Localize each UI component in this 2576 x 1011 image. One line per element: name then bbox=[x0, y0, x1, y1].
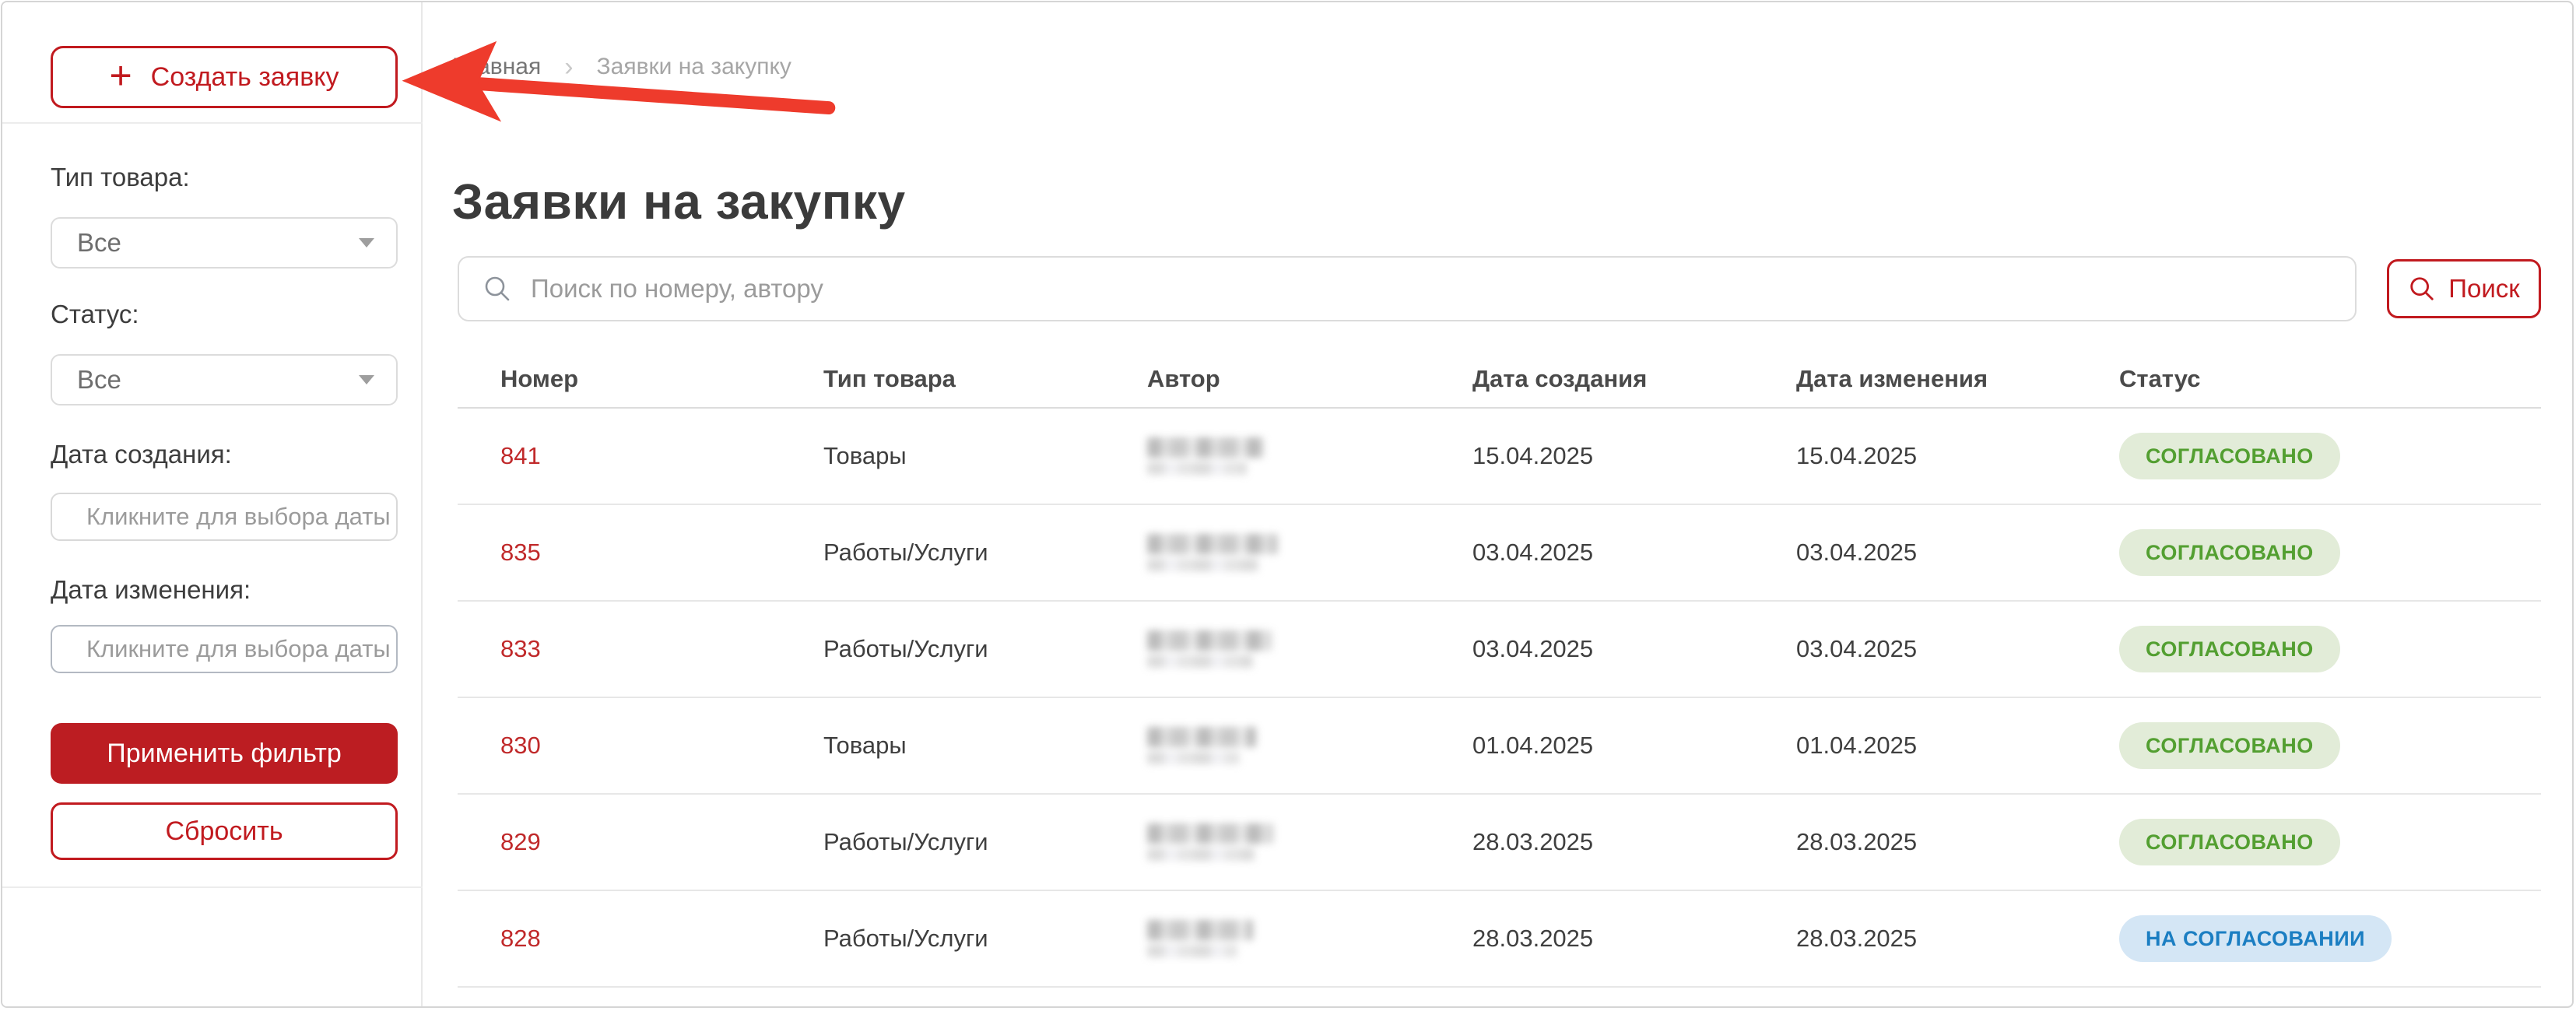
table-row[interactable]: 828 Работы/Услуги 28.03.2025 28.03.2025 … bbox=[458, 891, 2541, 988]
request-status-cell: НА СОГЛАСОВАНИИ bbox=[2076, 915, 2541, 962]
request-modified-date: 03.04.2025 bbox=[1753, 635, 2076, 663]
breadcrumb-chevron-icon: › bbox=[564, 54, 573, 80]
status-badge: СОГЛАСОВАНО bbox=[2119, 433, 2340, 479]
request-modified-date: 01.04.2025 bbox=[1753, 732, 2076, 760]
search-input[interactable]: Поиск по номеру, автору bbox=[458, 256, 2357, 321]
request-number-link[interactable]: 830 bbox=[458, 732, 781, 760]
product-type-value: Все bbox=[77, 228, 359, 258]
column-header-number: Номер bbox=[458, 365, 781, 393]
request-created-date: 15.04.2025 bbox=[1430, 442, 1753, 470]
request-number-link[interactable]: 841 bbox=[458, 442, 781, 470]
request-status-cell: СОГЛАСОВАНО bbox=[2076, 529, 2541, 576]
search-placeholder: Поиск по номеру, автору bbox=[531, 274, 823, 304]
modified-date-label: Дата изменения: bbox=[51, 575, 251, 605]
request-created-date: 03.04.2025 bbox=[1430, 635, 1753, 663]
request-number-link[interactable]: 833 bbox=[458, 635, 781, 663]
status-select[interactable]: Все bbox=[51, 354, 398, 405]
purchase-requests-page: + Создать заявку Тип товара: Все Статус:… bbox=[1, 1, 2574, 1008]
reset-filter-button[interactable]: Сбросить bbox=[51, 802, 398, 860]
redacted-author bbox=[1147, 920, 1253, 957]
table-row[interactable]: 841 Товары 15.04.2025 15.04.2025 СОГЛАСО… bbox=[458, 409, 2541, 505]
page-title: Заявки на закупку bbox=[452, 173, 906, 230]
modified-date-input[interactable]: Кликните для выбора даты bbox=[51, 625, 398, 673]
request-author bbox=[1104, 823, 1430, 861]
product-type-label: Тип товара: bbox=[51, 163, 190, 192]
column-header-status: Статус bbox=[2076, 365, 2541, 393]
request-created-date: 03.04.2025 bbox=[1430, 539, 1753, 567]
request-type: Товары bbox=[781, 732, 1104, 760]
request-status-cell: СОГЛАСОВАНО bbox=[2076, 722, 2541, 769]
request-author bbox=[1104, 630, 1430, 668]
request-author bbox=[1104, 727, 1430, 764]
requests-table: Номер Тип товара Автор Дата создания Дат… bbox=[458, 351, 2541, 988]
table-body: 841 Товары 15.04.2025 15.04.2025 СОГЛАСО… bbox=[458, 409, 2541, 988]
request-created-date: 28.03.2025 bbox=[1430, 828, 1753, 856]
request-status-cell: СОГЛАСОВАНО bbox=[2076, 819, 2541, 865]
search-button[interactable]: Поиск bbox=[2387, 259, 2541, 318]
request-type: Работы/Услуги bbox=[781, 539, 1104, 567]
sidebar-divider bbox=[2, 886, 423, 888]
product-type-select[interactable]: Все bbox=[51, 217, 398, 269]
chevron-down-icon bbox=[359, 238, 374, 247]
created-date-label: Дата создания: bbox=[51, 440, 232, 469]
request-type: Работы/Услуги bbox=[781, 925, 1104, 953]
redacted-author bbox=[1147, 727, 1256, 764]
request-author bbox=[1104, 437, 1430, 475]
request-modified-date: 28.03.2025 bbox=[1753, 925, 2076, 953]
table-row[interactable]: 833 Работы/Услуги 03.04.2025 03.04.2025 … bbox=[458, 602, 2541, 698]
column-header-modified: Дата изменения bbox=[1753, 365, 2076, 393]
filters-sidebar: + Создать заявку Тип товара: Все Статус:… bbox=[2, 2, 423, 1006]
status-label: Статус: bbox=[51, 300, 139, 329]
column-header-created: Дата создания bbox=[1430, 365, 1753, 393]
table-row[interactable]: 830 Товары 01.04.2025 01.04.2025 СОГЛАСО… bbox=[458, 698, 2541, 795]
request-number-link[interactable]: 828 bbox=[458, 925, 781, 953]
request-type: Товары bbox=[781, 442, 1104, 470]
request-author bbox=[1104, 534, 1430, 571]
request-modified-date: 28.03.2025 bbox=[1753, 828, 2076, 856]
status-value: Все bbox=[77, 365, 359, 395]
status-badge: СОГЛАСОВАНО bbox=[2119, 722, 2340, 769]
request-created-date: 28.03.2025 bbox=[1430, 925, 1753, 953]
request-modified-date: 03.04.2025 bbox=[1753, 539, 2076, 567]
search-icon bbox=[483, 274, 512, 304]
breadcrumb-current: Заявки на закупку bbox=[597, 54, 791, 80]
sidebar-divider bbox=[2, 122, 423, 124]
status-badge: НА СОГЛАСОВАНИИ bbox=[2119, 915, 2392, 962]
column-header-type: Тип товара bbox=[781, 365, 1104, 393]
breadcrumb: Главная › Заявки на закупку bbox=[452, 54, 791, 80]
created-date-placeholder: Кликните для выбора даты bbox=[86, 503, 391, 531]
create-request-button[interactable]: + Создать заявку bbox=[51, 46, 398, 108]
search-icon bbox=[2408, 275, 2436, 303]
redacted-author bbox=[1147, 823, 1273, 861]
request-type: Работы/Услуги bbox=[781, 635, 1104, 663]
breadcrumb-home-link[interactable]: Главная bbox=[452, 54, 541, 80]
request-type: Работы/Услуги bbox=[781, 828, 1104, 856]
request-modified-date: 15.04.2025 bbox=[1753, 442, 2076, 470]
table-row[interactable]: 835 Работы/Услуги 03.04.2025 03.04.2025 … bbox=[458, 505, 2541, 602]
request-created-date: 01.04.2025 bbox=[1430, 732, 1753, 760]
request-number-link[interactable]: 829 bbox=[458, 828, 781, 856]
chevron-down-icon bbox=[359, 375, 374, 384]
column-header-author: Автор bbox=[1104, 365, 1430, 393]
redacted-author bbox=[1147, 630, 1272, 668]
search-button-label: Поиск bbox=[2448, 274, 2519, 304]
request-status-cell: СОГЛАСОВАНО bbox=[2076, 626, 2541, 672]
table-header-row: Номер Тип товара Автор Дата создания Дат… bbox=[458, 351, 2541, 409]
status-badge: СОГЛАСОВАНО bbox=[2119, 529, 2340, 576]
created-date-input[interactable]: Кликните для выбора даты bbox=[51, 493, 398, 541]
redacted-author bbox=[1147, 437, 1264, 475]
status-badge: СОГЛАСОВАНО bbox=[2119, 819, 2340, 865]
request-number-link[interactable]: 835 bbox=[458, 539, 781, 567]
create-request-label: Создать заявку bbox=[151, 62, 339, 93]
request-author bbox=[1104, 920, 1430, 957]
modified-date-placeholder: Кликните для выбора даты bbox=[86, 635, 391, 663]
request-status-cell: СОГЛАСОВАНО bbox=[2076, 433, 2541, 479]
status-badge: СОГЛАСОВАНО bbox=[2119, 626, 2340, 672]
redacted-author bbox=[1147, 534, 1278, 571]
table-row[interactable]: 829 Работы/Услуги 28.03.2025 28.03.2025 … bbox=[458, 795, 2541, 891]
apply-filter-button[interactable]: Применить фильтр bbox=[51, 723, 398, 784]
